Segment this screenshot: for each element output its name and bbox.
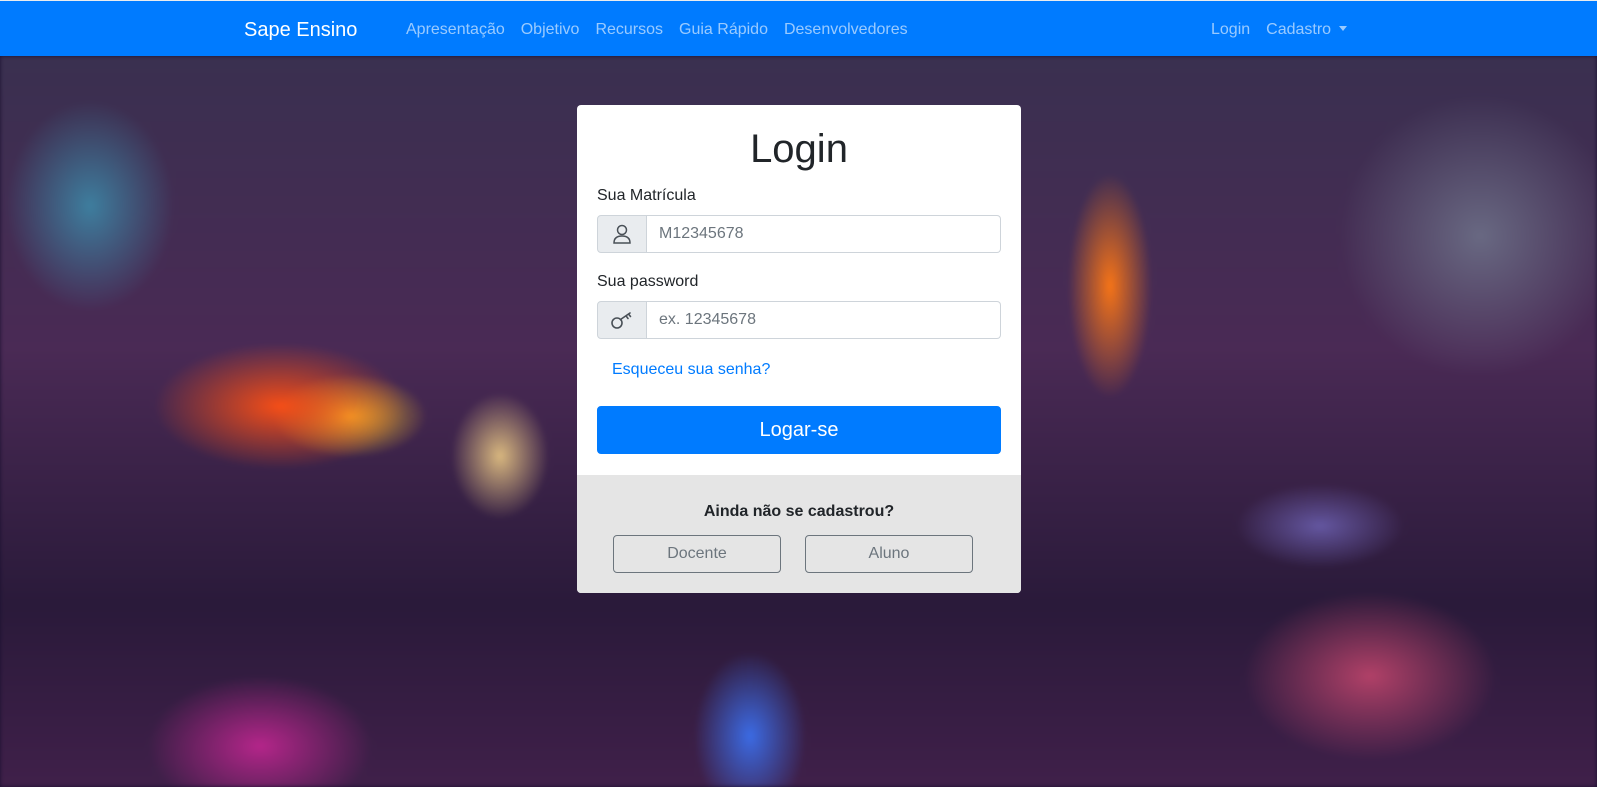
cadastro-dropdown[interactable]: Cadastro — [1266, 21, 1348, 39]
chevron-down-icon — [1339, 26, 1348, 31]
login-title: Login — [750, 127, 848, 171]
matricula-input[interactable] — [647, 215, 1001, 253]
brand-link[interactable]: Sape Ensino — [244, 19, 357, 42]
signup-footer: Ainda não se cadastrou? Docente Aluno — [577, 475, 1021, 593]
nav-link-login[interactable]: Login — [1211, 21, 1250, 39]
navbar: Sape Ensino Apresentação Objetivo Recurs… — [0, 0, 1597, 56]
matricula-input-group — [597, 215, 1001, 253]
nav-link-objetivo[interactable]: Objetivo — [521, 21, 580, 39]
signup-prompt: Ainda não se cadastrou? — [703, 503, 895, 520]
nav-link-recursos[interactable]: Recursos — [595, 21, 663, 39]
password-input[interactable] — [647, 301, 1001, 339]
login-button[interactable]: Logar-se — [597, 406, 1001, 454]
nav-link-apresentacao[interactable]: Apresentação — [406, 21, 505, 39]
nav-link-desenvolvedores[interactable]: Desenvolvedores — [784, 21, 908, 39]
aluno-button[interactable]: Aluno — [805, 535, 973, 573]
nav-right: Login Cadastro — [1211, 21, 1348, 39]
login-card: Login Sua Matrícula Sua password Esquece… — [577, 105, 1021, 593]
password-input-group — [597, 301, 1001, 339]
matricula-label: Sua Matrícula — [597, 187, 696, 204]
nav-link-guia-rapido[interactable]: Guia Rápido — [679, 21, 768, 39]
nav-links: Apresentação Objetivo Recursos Guia Rápi… — [406, 21, 908, 39]
docente-button[interactable]: Docente — [613, 535, 781, 573]
forgot-password-link[interactable]: Esqueceu sua senha? — [612, 361, 770, 379]
person-icon — [597, 215, 647, 253]
cadastro-label: Cadastro — [1266, 21, 1332, 38]
key-icon — [597, 301, 647, 339]
password-label: Sua password — [597, 273, 699, 290]
